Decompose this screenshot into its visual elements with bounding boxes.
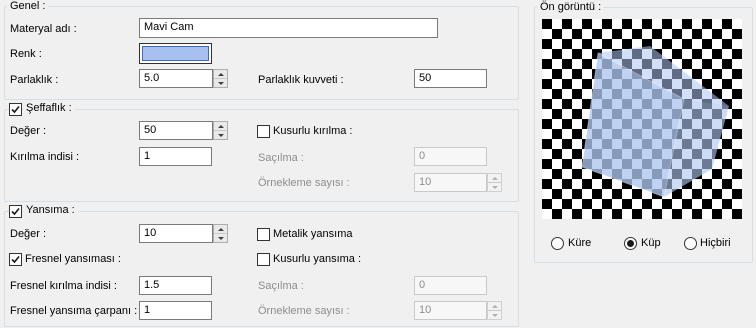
reflection-group-title: Yansıma : [23,204,78,216]
preview-group-title: Ön görüntü : [537,1,605,13]
refraction-index-label: Kırılma indisi : [10,151,80,163]
refraction-index-input[interactable]: 1 [139,147,212,166]
radio-selected-dot [627,240,634,247]
brightness-input[interactable]: 5.0 [139,69,213,88]
transparency-scatter-label: Saçılma : [258,152,304,164]
brightness-label: Parlaklık : [10,74,59,86]
reflection-scatter-input[interactable]: 0 [414,276,487,295]
preview-canvas [542,19,742,219]
transparency-sample-count-spinner[interactable] [487,173,502,192]
imperfect-reflection-label: Kusurlu yansıma : [273,253,362,265]
preview-none-label: Hiçbiri [700,237,731,249]
brightness-strength-label: Parlaklık kuvveti : [258,74,344,86]
reflection-sample-count-spinner[interactable] [487,301,502,320]
spin-up-arrow-icon[interactable] [488,302,501,311]
preview-sphere-label: Küre [568,237,592,249]
transparency-value-input[interactable]: 50 [139,121,213,140]
color-label: Renk : [10,48,42,60]
fresnel-reflection-checkbox[interactable] [9,253,22,266]
spin-down-arrow-icon[interactable] [214,79,227,87]
transparency-value-label: Değer : [10,125,47,137]
spin-up-arrow-icon[interactable] [214,70,227,79]
checkmark-icon [11,105,20,114]
checkmark-icon [11,255,20,264]
color-swatch-fill [142,46,209,61]
reflection-value-label: Değer : [10,228,47,240]
transparency-sample-count-input[interactable]: 10 [414,173,487,192]
imperfect-reflection-checkbox[interactable] [257,253,270,266]
spin-up-arrow-icon[interactable] [488,174,501,183]
fresnel-multiplier-label: Fresnel yansıma çarpanı : [10,305,138,317]
transparency-scatter-input[interactable]: 0 [414,147,487,166]
spin-up-arrow-icon[interactable] [214,122,227,131]
color-swatch-button[interactable] [139,43,212,64]
reflection-scatter-label: Saçılma : [258,280,304,292]
spin-down-arrow-icon[interactable] [488,183,501,191]
reflection-checkbox[interactable] [9,205,22,218]
preview-sphere-radio[interactable] [551,237,564,250]
fresnel-index-input[interactable]: 1.5 [139,276,212,295]
imperfect-refraction-label: Kusurlu kırılma : [273,125,353,137]
preview-none-radio[interactable] [684,237,697,250]
preview-cube-radio[interactable] [624,237,637,250]
metallic-reflection-checkbox[interactable] [257,228,270,241]
spin-down-arrow-icon[interactable] [488,311,501,319]
brightness-spinner[interactable] [213,69,228,88]
reflection-value-input[interactable]: 10 [139,224,213,243]
checkmark-icon [11,207,20,216]
spin-down-arrow-icon[interactable] [214,234,227,242]
fresnel-reflection-label: Fresnel yansıması : [25,253,121,265]
metallic-reflection-label: Metalik yansıma [273,228,353,240]
transparency-sample-count-label: Örnekleme sayısı : [258,177,350,189]
material-name-input[interactable]: Mavi Cam [139,18,438,38]
fresnel-index-label: Fresnel kırılma indisi : [10,280,117,292]
transparency-group-title: Şeffaflık : [23,102,75,114]
fresnel-multiplier-input[interactable]: 1 [139,301,212,320]
reflection-sample-count-label: Örnekleme sayısı : [258,305,350,317]
material-name-label: Materyal adı : [10,23,77,35]
reflection-value-spinner[interactable] [213,224,228,243]
reflection-sample-count-input[interactable]: 10 [414,301,487,320]
general-group-title: Genel : [7,0,49,12]
transparency-checkbox[interactable] [9,103,22,116]
transparency-value-spinner[interactable] [213,121,228,140]
preview-cube-label: Küp [641,237,661,249]
spin-up-arrow-icon[interactable] [214,225,227,234]
spin-down-arrow-icon[interactable] [214,131,227,139]
brightness-strength-input[interactable]: 50 [414,69,487,88]
imperfect-refraction-checkbox[interactable] [257,125,270,138]
